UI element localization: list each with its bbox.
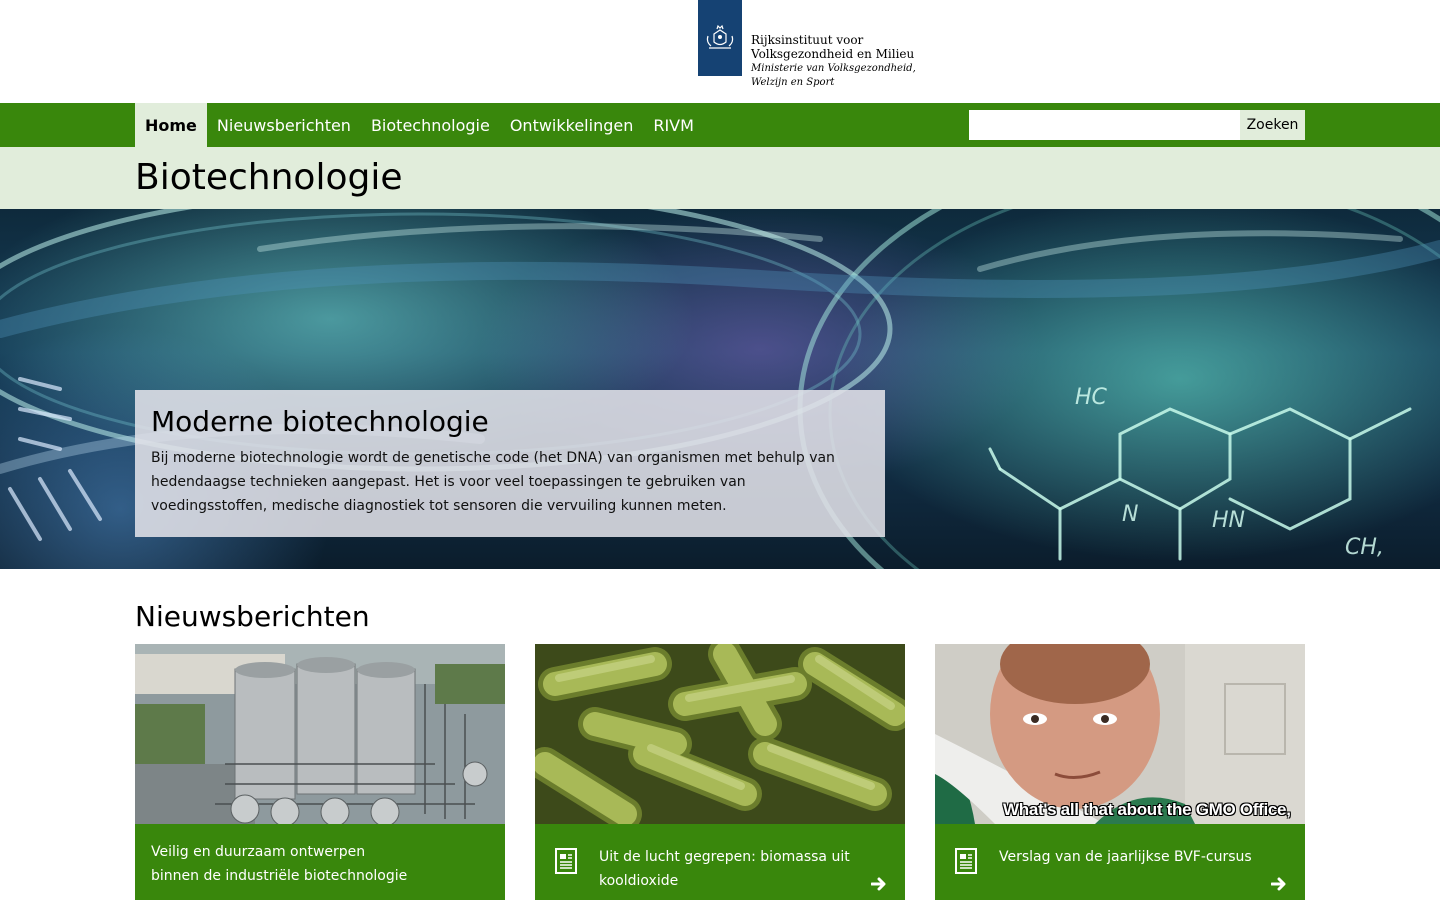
nav-item-ontwikkelingen[interactable]: Ontwikkelingen (500, 103, 644, 147)
document-icon (955, 848, 977, 874)
news-card-title: Verslag van de jaarlijkse BVF-cursus (999, 849, 1252, 865)
news-card-title: Uit de lucht gegrepen: biomassa uit kool… (599, 849, 850, 889)
bacteria-photo (535, 644, 905, 824)
industrial-plant-photo (135, 644, 505, 824)
hero-text: Bij moderne biotechnologie wordt de gene… (151, 450, 835, 514)
nav-list: Home Nieuwsberichten Biotechnologie Ontw… (135, 103, 704, 147)
molecule-label-ch: CH, (1345, 535, 1384, 560)
nav-item-rivm[interactable]: RIVM (643, 103, 704, 147)
image-caption: What's all that about the GMO Office, (1003, 800, 1291, 819)
molecule-label-hc: HC (1075, 385, 1108, 410)
news-card-1[interactable]: Veilig en duurzaam ontwerpen binnen de i… (135, 644, 505, 900)
nav-item-home[interactable]: Home (135, 103, 207, 147)
page-title: Biotechnologie (135, 157, 403, 198)
news-card-2[interactable]: Uit de lucht gegrepen: biomassa uit kool… (535, 644, 905, 900)
news-card-body: Uit de lucht gegrepen: biomassa uit kool… (535, 824, 905, 900)
ministry-name-line2: Welzijn en Sport (751, 77, 835, 88)
search-button[interactable]: Zoeken (1240, 110, 1305, 140)
news-card-body: Veilig en duurzaam ontwerpen binnen de i… (135, 824, 505, 900)
search-input[interactable] (969, 110, 1240, 140)
main-navigation: Home Nieuwsberichten Biotechnologie Ontw… (0, 103, 1440, 147)
news-heading: Nieuwsberichten (135, 600, 370, 633)
search-form: Zoeken (969, 110, 1305, 140)
nav-item-nieuwsberichten[interactable]: Nieuwsberichten (207, 103, 361, 147)
org-name: Rijksinstituut voor Volksgezondheid en M… (751, 33, 915, 61)
nav-item-biotechnologie[interactable]: Biotechnologie (361, 103, 500, 147)
news-card-body: Verslag van de jaarlijkse BVF-cursus (935, 824, 1305, 900)
rivm-logo[interactable]: Rijksinstituut voor Volksgezondheid en M… (698, 0, 961, 103)
molecule-label-n: N (1122, 502, 1138, 527)
hero-title: Moderne biotechnologie (151, 405, 489, 438)
page-title-strip: Biotechnologie (0, 147, 1440, 209)
site-header: Rijksinstituut voor Volksgezondheid en M… (0, 0, 1440, 103)
news-card-title: Veilig en duurzaam ontwerpen binnen de i… (151, 844, 408, 884)
hero-card: Moderne biotechnologie Bij moderne biote… (135, 390, 885, 537)
molecule-label-hn: HN (1212, 508, 1245, 533)
hero-banner: HC N HN CH, Moderne biotechnologie Bij m… (0, 209, 1440, 569)
ministry-name-line1: Ministerie van Volksgezondheid, (751, 63, 916, 74)
news-card-3[interactable]: What's all that about the GMO Office, Ve… (935, 644, 1305, 900)
scientist-photo: What's all that about the GMO Office, (935, 644, 1305, 824)
arrow-right-icon (871, 877, 886, 891)
coat-of-arms-icon (698, 0, 742, 76)
arrow-right-icon (1271, 877, 1286, 891)
document-icon (555, 848, 577, 874)
